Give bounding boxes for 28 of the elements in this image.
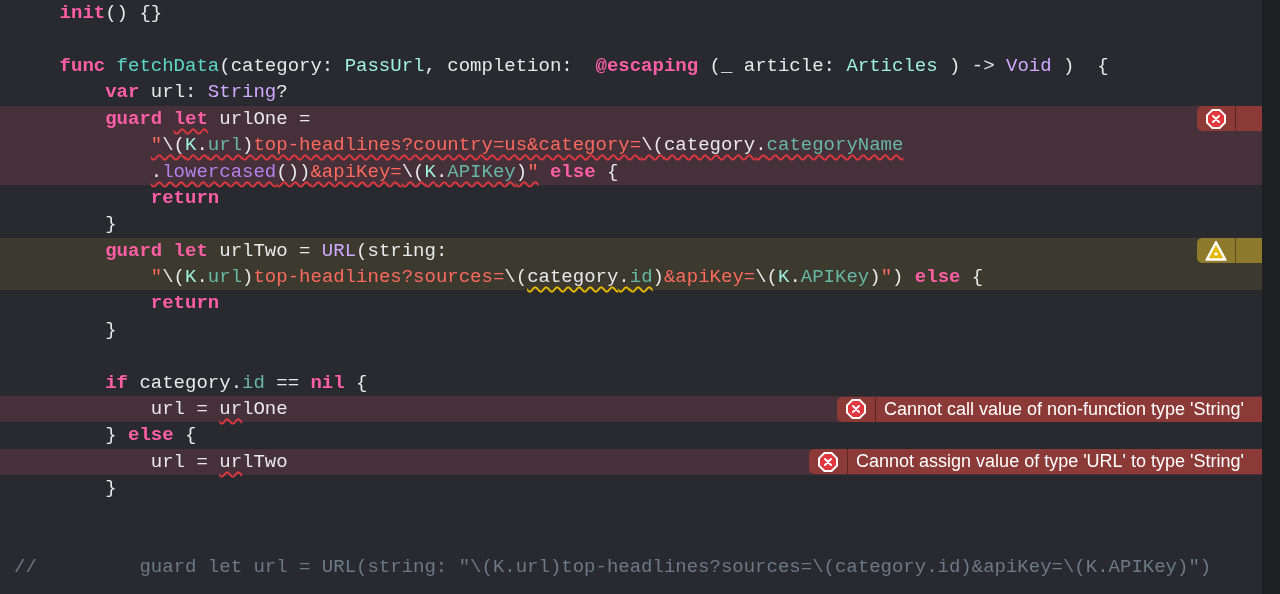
- code-line: func fetchData(category: PassUrl, completion: @escaping (_ article: Articles ) -> Void ) {: [59, 53, 1109, 79]
- code-line: // guard let url = URL(string: "\(K.url)top-headlines?sources=\(category.id)&apiKey=\(K.APIKey)"): [14, 555, 1212, 581]
- code-line: url = urlOne: [150, 397, 288, 423]
- code-line: .lowercased())&apiKey=\(K.APIKey)" else {: [150, 159, 619, 185]
- error-icon: [817, 450, 840, 473]
- code-line: "\(K.url)top-headlines?sources=\(category.id)&apiKey=\(K.APIKey)") else {: [150, 265, 984, 291]
- warning-icon: [1205, 239, 1227, 262]
- code-line: }: [105, 317, 117, 343]
- code-line: }: [105, 212, 117, 238]
- code-line: "\(K.url)top-headlines?country=us&category=\(category.categoryName: [150, 133, 904, 159]
- error-message: Cannot assign value of type 'URL' to type 'String': [855, 450, 1245, 474]
- code-line: } else {: [105, 423, 197, 449]
- error-icon: [1205, 107, 1227, 130]
- error-icon: [844, 398, 867, 421]
- code-line: guard let urlTwo = URL(string:: [105, 238, 448, 264]
- error-annotation[interactable]: [1197, 106, 1262, 132]
- code-line: init() {}: [59, 1, 163, 27]
- error-message: Cannot call value of non-function type 'String': [882, 397, 1245, 421]
- code-line: return: [150, 291, 220, 317]
- code-line: return: [150, 185, 220, 211]
- code-line: }: [105, 476, 117, 502]
- error-annotation[interactable]: Cannot assign value of type 'URL' to type 'String': [809, 449, 1262, 475]
- code-line: var url: String?: [105, 80, 288, 106]
- code-line: guard let urlOne =: [105, 106, 311, 132]
- error-annotation[interactable]: Cannot call value of non-function type 'String': [836, 396, 1262, 422]
- warning-annotation[interactable]: [1197, 238, 1262, 264]
- code-line: if category.id == nil {: [105, 370, 368, 396]
- code-line: url = urlTwo: [150, 449, 288, 475]
